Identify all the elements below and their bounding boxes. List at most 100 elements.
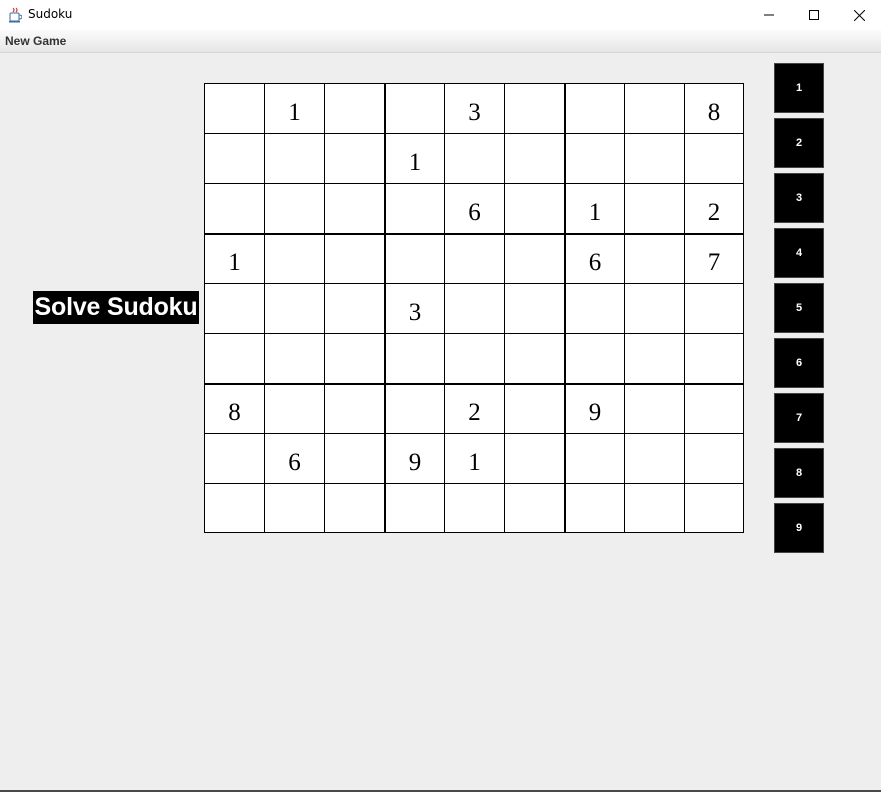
- sudoku-cell-r9-c8[interactable]: [624, 483, 684, 533]
- sudoku-cell-r5-c7[interactable]: [564, 283, 624, 333]
- sudoku-cell-r9-c3[interactable]: [324, 483, 384, 533]
- sudoku-cell-r1-c1[interactable]: [204, 83, 264, 133]
- sudoku-cell-r4-c5[interactable]: [444, 233, 504, 283]
- sudoku-cell-r6-c9[interactable]: [684, 333, 744, 383]
- sudoku-cell-r6-c6[interactable]: [504, 333, 564, 383]
- sudoku-cell-r1-c9[interactable]: 8: [684, 83, 744, 133]
- sudoku-cell-r4-c9[interactable]: 7: [684, 233, 744, 283]
- sudoku-cell-r6-c3[interactable]: [324, 333, 384, 383]
- sudoku-cell-r7-c8[interactable]: [624, 383, 684, 433]
- maximize-button[interactable]: [791, 0, 837, 30]
- sudoku-cell-r4-c7[interactable]: 6: [564, 233, 624, 283]
- sudoku-cell-r5-c1[interactable]: [204, 283, 264, 333]
- sudoku-cell-r3-c9[interactable]: 2: [684, 183, 744, 233]
- sudoku-cell-r9-c9[interactable]: [684, 483, 744, 533]
- sudoku-cell-r5-c2[interactable]: [264, 283, 324, 333]
- sudoku-cell-r5-c8[interactable]: [624, 283, 684, 333]
- sudoku-cell-r3-c7[interactable]: 1: [564, 183, 624, 233]
- sudoku-cell-r8-c6[interactable]: [504, 433, 564, 483]
- sudoku-cell-r7-c7[interactable]: 9: [564, 383, 624, 433]
- sudoku-cell-r8-c1[interactable]: [204, 433, 264, 483]
- number-pad: 123456789: [774, 63, 824, 558]
- sudoku-cell-r2-c9[interactable]: [684, 133, 744, 183]
- sudoku-cell-r6-c8[interactable]: [624, 333, 684, 383]
- close-button[interactable]: [836, 0, 881, 30]
- sudoku-cell-r8-c8[interactable]: [624, 433, 684, 483]
- sudoku-cell-r5-c3[interactable]: [324, 283, 384, 333]
- sudoku-cell-r3-c6[interactable]: [504, 183, 564, 233]
- sudoku-cell-r3-c4[interactable]: [384, 183, 444, 233]
- sudoku-cell-r8-c9[interactable]: [684, 433, 744, 483]
- sudoku-cell-r1-c6[interactable]: [504, 83, 564, 133]
- sudoku-cell-r4-c3[interactable]: [324, 233, 384, 283]
- sudoku-cell-r9-c2[interactable]: [264, 483, 324, 533]
- sudoku-cell-r4-c1[interactable]: 1: [204, 233, 264, 283]
- sudoku-cell-r7-c6[interactable]: [504, 383, 564, 433]
- sudoku-cell-r4-c6[interactable]: [504, 233, 564, 283]
- sudoku-cell-r1-c7[interactable]: [564, 83, 624, 133]
- sudoku-cell-r4-c2[interactable]: [264, 233, 324, 283]
- sudoku-cell-r7-c5[interactable]: 2: [444, 383, 504, 433]
- sudoku-cell-r2-c3[interactable]: [324, 133, 384, 183]
- sudoku-cell-r6-c1[interactable]: [204, 333, 264, 383]
- sudoku-cell-r7-c3[interactable]: [324, 383, 384, 433]
- sudoku-cell-r8-c4[interactable]: 9: [384, 433, 444, 483]
- sudoku-cell-r1-c2[interactable]: 1: [264, 83, 324, 133]
- sudoku-cell-r8-c2[interactable]: 6: [264, 433, 324, 483]
- menu-new-game[interactable]: New Game: [5, 34, 66, 48]
- window-title: Sudoku: [28, 7, 73, 21]
- number-button-1[interactable]: 1: [774, 63, 824, 113]
- sudoku-cell-r2-c1[interactable]: [204, 133, 264, 183]
- sudoku-cell-r3-c2[interactable]: [264, 183, 324, 233]
- sudoku-cell-r1-c3[interactable]: [324, 83, 384, 133]
- sudoku-cell-r6-c5[interactable]: [444, 333, 504, 383]
- sudoku-cell-r1-c8[interactable]: [624, 83, 684, 133]
- sudoku-cell-r1-c4[interactable]: [384, 83, 444, 133]
- number-button-2[interactable]: 2: [774, 118, 824, 168]
- sudoku-cell-r3-c5[interactable]: 6: [444, 183, 504, 233]
- sudoku-cell-r2-c2[interactable]: [264, 133, 324, 183]
- sudoku-cell-r9-c1[interactable]: [204, 483, 264, 533]
- solve-sudoku-button[interactable]: Solve Sudoku: [33, 291, 199, 324]
- sudoku-cell-r2-c4[interactable]: 1: [384, 133, 444, 183]
- sudoku-cell-r2-c6[interactable]: [504, 133, 564, 183]
- close-icon: [853, 9, 865, 21]
- sudoku-cell-r9-c6[interactable]: [504, 483, 564, 533]
- number-button-9[interactable]: 9: [774, 503, 824, 553]
- sudoku-cell-r4-c4[interactable]: [384, 233, 444, 283]
- sudoku-cell-r7-c1[interactable]: 8: [204, 383, 264, 433]
- sudoku-cell-r8-c5[interactable]: 1: [444, 433, 504, 483]
- sudoku-cell-r5-c6[interactable]: [504, 283, 564, 333]
- sudoku-cell-r5-c9[interactable]: [684, 283, 744, 333]
- number-button-3[interactable]: 3: [774, 173, 824, 223]
- sudoku-cell-r5-c5[interactable]: [444, 283, 504, 333]
- sudoku-cell-r7-c9[interactable]: [684, 383, 744, 433]
- sudoku-cell-r1-c5[interactable]: 3: [444, 83, 504, 133]
- sudoku-cell-r2-c5[interactable]: [444, 133, 504, 183]
- sudoku-cell-r6-c4[interactable]: [384, 333, 444, 383]
- sudoku-cell-r7-c2[interactable]: [264, 383, 324, 433]
- number-button-6[interactable]: 6: [774, 338, 824, 388]
- sudoku-cell-r3-c8[interactable]: [624, 183, 684, 233]
- sudoku-cell-r5-c4[interactable]: 3: [384, 283, 444, 333]
- sudoku-cell-r8-c7[interactable]: [564, 433, 624, 483]
- sudoku-cell-r3-c3[interactable]: [324, 183, 384, 233]
- sudoku-cell-r8-c3[interactable]: [324, 433, 384, 483]
- sudoku-cell-r2-c7[interactable]: [564, 133, 624, 183]
- number-button-4[interactable]: 4: [774, 228, 824, 278]
- minimize-icon: [764, 14, 774, 16]
- maximize-icon: [809, 10, 819, 20]
- sudoku-cell-r3-c1[interactable]: [204, 183, 264, 233]
- sudoku-cell-r2-c8[interactable]: [624, 133, 684, 183]
- sudoku-cell-r7-c4[interactable]: [384, 383, 444, 433]
- number-button-5[interactable]: 5: [774, 283, 824, 333]
- sudoku-cell-r9-c7[interactable]: [564, 483, 624, 533]
- sudoku-cell-r6-c2[interactable]: [264, 333, 324, 383]
- sudoku-cell-r9-c4[interactable]: [384, 483, 444, 533]
- minimize-button[interactable]: [746, 0, 792, 30]
- sudoku-cell-r9-c5[interactable]: [444, 483, 504, 533]
- number-button-7[interactable]: 7: [774, 393, 824, 443]
- number-button-8[interactable]: 8: [774, 448, 824, 498]
- sudoku-cell-r4-c8[interactable]: [624, 233, 684, 283]
- sudoku-cell-r6-c7[interactable]: [564, 333, 624, 383]
